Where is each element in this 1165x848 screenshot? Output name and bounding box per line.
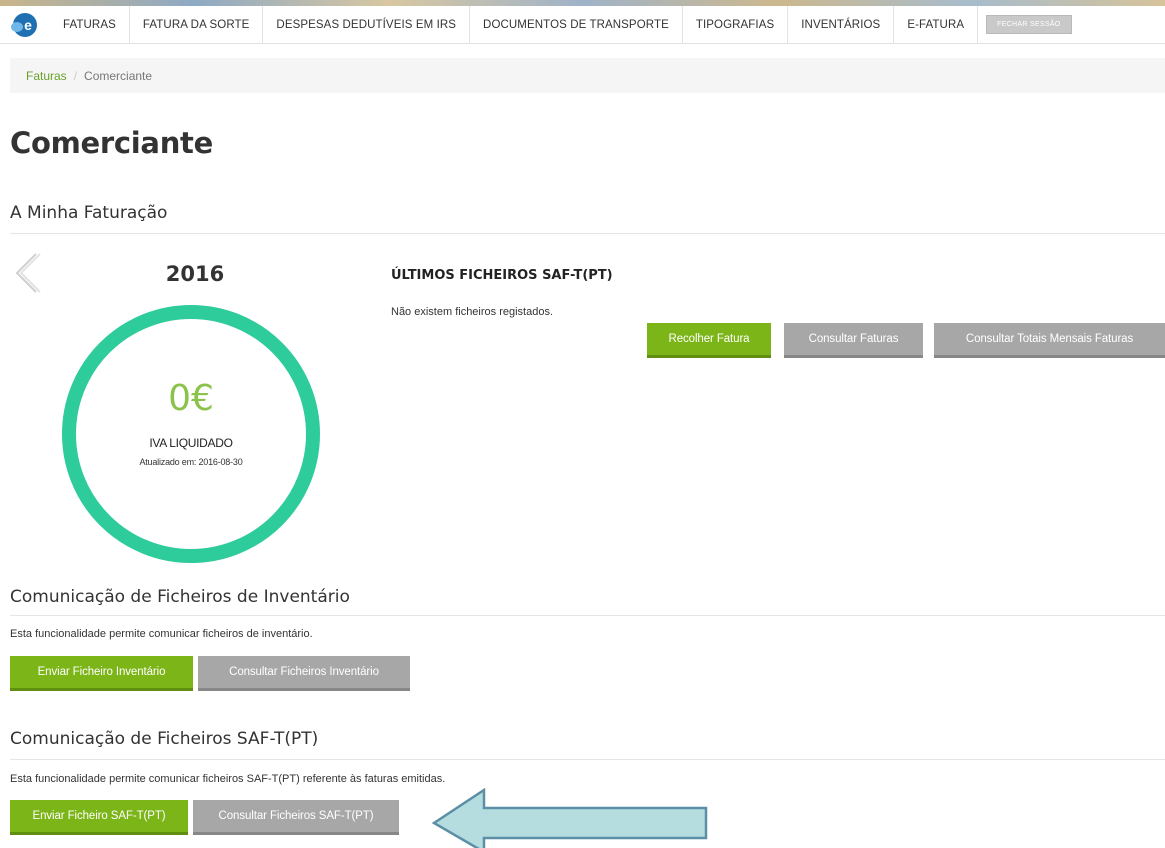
inventory-section-title: Comunicação de Ficheiros de Inventário — [10, 587, 350, 607]
consult-monthly-totals-button[interactable]: Consultar Totais Mensais Faturas — [934, 323, 1165, 358]
saft-description: Esta funcionalidade permite comunicar fi… — [10, 773, 446, 785]
section-divider — [10, 233, 1165, 234]
breadcrumb: Faturas / Comerciante — [10, 58, 1165, 93]
vat-label: IVA LIQUIDADO — [149, 436, 233, 450]
pointer-arrow-icon — [432, 788, 708, 848]
logo-letter: e — [24, 16, 32, 33]
section-divider — [10, 759, 1165, 760]
chevron-left-icon[interactable] — [12, 252, 42, 294]
billing-section-title: A Minha Faturação — [10, 203, 168, 223]
logout-wrapper: FECHAR SESSÃO — [978, 6, 1072, 43]
section-divider — [10, 615, 1165, 616]
nav-item-faturas[interactable]: FATURAS — [50, 6, 130, 43]
nav-item-inventarios[interactable]: INVENTÁRIOS — [788, 6, 895, 43]
send-inventory-button[interactable]: Enviar Ficheiro Inventário — [10, 656, 193, 691]
saft-section-title: Comunicação de Ficheiros SAF-T(PT) — [10, 729, 319, 749]
nav-item-tipografias[interactable]: TIPOGRAFIAS — [683, 6, 789, 43]
breadcrumb-current: Comerciante — [84, 68, 153, 83]
efatura-logo[interactable]: e — [0, 6, 50, 43]
consult-saft-button[interactable]: Consultar Ficheiros SAF-T(PT) — [193, 800, 399, 835]
logout-button[interactable]: FECHAR SESSÃO — [986, 15, 1072, 34]
top-navbar: e FATURAS FATURA DA SORTE DESPESAS DEDUT… — [0, 6, 1165, 44]
saft-files-empty: Não existem ficheiros registados. — [391, 306, 554, 318]
nav-item-fatura-da-sorte[interactable]: FATURA DA SORTE — [130, 6, 264, 43]
vat-ring — [62, 305, 320, 563]
inventory-description: Esta funcionalidade permite comunicar fi… — [10, 628, 313, 640]
saft-files-title: ÚLTIMOS FICHEIROS SAF-T(PT) — [391, 268, 613, 283]
send-saft-button[interactable]: Enviar Ficheiro SAF-T(PT) — [10, 800, 188, 835]
consult-invoices-button[interactable]: Consultar Faturas — [784, 323, 923, 358]
nav-item-e-fatura[interactable]: E-FATURA — [894, 6, 979, 43]
consult-inventory-button[interactable]: Consultar Ficheiros Inventário — [198, 656, 410, 691]
logo-icon: e — [11, 12, 37, 37]
nav-item-despesas-dedutiveis[interactable]: DESPESAS DEDUTÍVEIS EM IRS — [263, 6, 471, 43]
vat-amount: 0€ — [168, 378, 214, 419]
vat-updated: Atualizado em: 2016-08-30 — [139, 457, 243, 467]
page-title: Comerciante — [10, 126, 213, 160]
collect-invoice-button[interactable]: Recolher Fatura — [647, 323, 771, 358]
breadcrumb-link-faturas[interactable]: Faturas — [26, 69, 67, 83]
year-label: 2016 — [165, 262, 225, 286]
nav-item-documentos-transporte[interactable]: DOCUMENTOS DE TRANSPORTE — [470, 6, 683, 43]
breadcrumb-separator: / — [73, 68, 78, 83]
